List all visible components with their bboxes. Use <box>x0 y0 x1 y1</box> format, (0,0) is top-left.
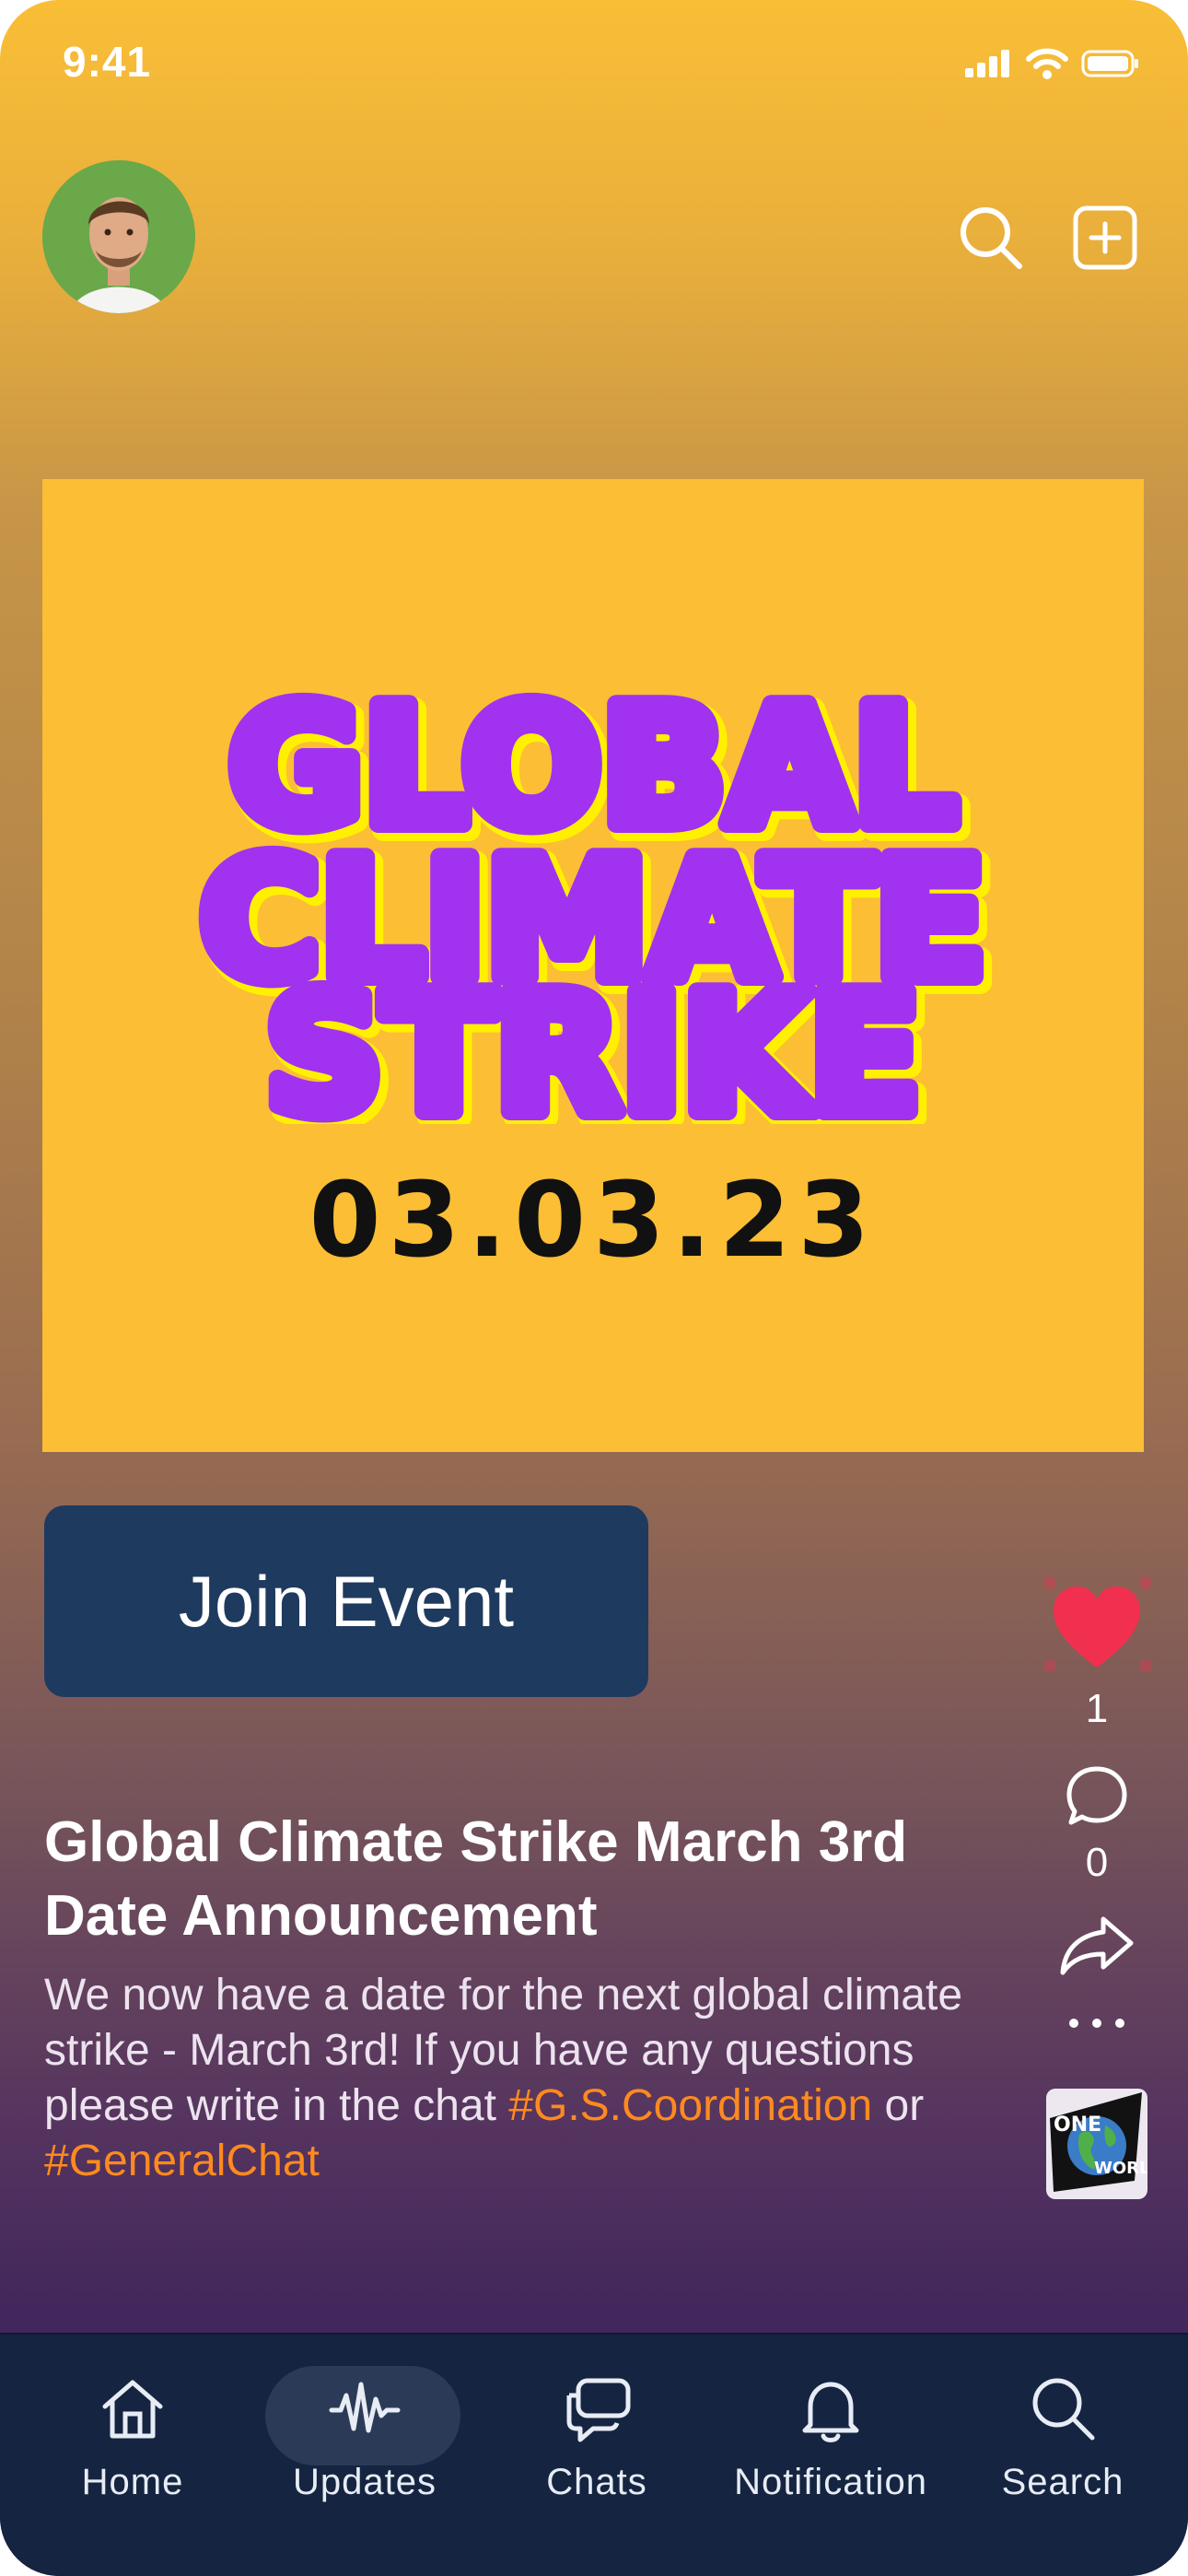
status-time: 9:41 <box>63 38 152 86</box>
nav-search[interactable]: Search <box>952 2371 1173 2503</box>
bell-icon <box>802 2382 859 2442</box>
nav-updates[interactable]: Updates <box>254 2366 475 2503</box>
hashtag-coordination[interactable]: #G.S.Coordination <box>508 2081 872 2130</box>
app-screen: 9:41 GLOBAL GLOBAL CLIMATE CLIMATE STRIK… <box>0 0 1188 2576</box>
event-poster[interactable]: GLOBAL GLOBAL CLIMATE CLIMATE STRIKE STR… <box>42 479 1144 1452</box>
search-icon <box>1032 2378 1095 2441</box>
profile-avatar[interactable] <box>42 160 195 313</box>
person-photo-icon <box>42 160 195 313</box>
nav-home[interactable]: Home <box>22 2371 243 2503</box>
globe-icon: ONE WORLD <box>1050 2092 1147 2192</box>
chat-bubbles-icon <box>566 2378 631 2442</box>
post-title: Global Climate Strike March 3rd Date Ann… <box>44 1810 908 1948</box>
hashtag-general-chat[interactable]: #GeneralChat <box>44 2137 320 2185</box>
post-body-connector: or <box>884 2081 925 2130</box>
heart-icon <box>1043 1576 1152 1672</box>
badge-line2: WORLD <box>1094 2159 1147 2178</box>
poster-date: 03.03.23 <box>309 1161 878 1281</box>
nav-search-label: Search <box>1001 2462 1124 2502</box>
wifi-icon <box>1026 48 1068 79</box>
comment-count: 0 <box>1085 1840 1109 1885</box>
search-icon <box>961 207 1022 269</box>
badge-line1: ONE <box>1054 2113 1101 2137</box>
cellular-signal-icon <box>965 50 1009 77</box>
poster-title: GLOBAL GLOBAL CLIMATE CLIMATE STRIKE STR… <box>191 662 1004 1124</box>
share-button[interactable] <box>1057 1914 1136 1983</box>
more-dots-icon <box>1069 2019 1124 2028</box>
nav-chats-label: Chats <box>546 2462 647 2502</box>
join-event-button[interactable]: Join Event <box>44 1505 648 1697</box>
more-options-button[interactable] <box>1065 2014 1129 2037</box>
share-icon <box>1060 1916 1134 1975</box>
poster-line3-fill: STRIKE <box>265 959 921 1124</box>
plus-square-icon <box>1073 205 1137 270</box>
channel-badge[interactable]: ONE WORLD <box>1046 2089 1147 2199</box>
post-body: We now have a date for the next global c… <box>44 1968 1020 2189</box>
bottom-navigation: Home Updates Chats Notification Search <box>0 2333 1188 2576</box>
like-count: 1 <box>1085 1686 1109 1731</box>
header-search-button[interactable] <box>954 201 1028 275</box>
home-icon <box>102 2380 163 2439</box>
post-actions: 1 0 ONE WORLD <box>1037 1570 1157 2199</box>
nav-updates-label: Updates <box>293 2462 437 2502</box>
header-add-button[interactable] <box>1068 201 1142 275</box>
nav-chats[interactable]: Chats <box>486 2371 707 2503</box>
waveform-icon <box>329 2382 401 2433</box>
comment-icon <box>1066 1766 1127 1825</box>
nav-home-label: Home <box>81 2462 184 2502</box>
battery-icon <box>1081 50 1138 77</box>
status-icons <box>965 48 1140 79</box>
comment-button[interactable] <box>1064 1763 1130 1834</box>
like-button[interactable] <box>1037 1570 1157 1680</box>
nav-notification[interactable]: Notification <box>720 2371 941 2503</box>
nav-notification-label: Notification <box>734 2462 927 2502</box>
